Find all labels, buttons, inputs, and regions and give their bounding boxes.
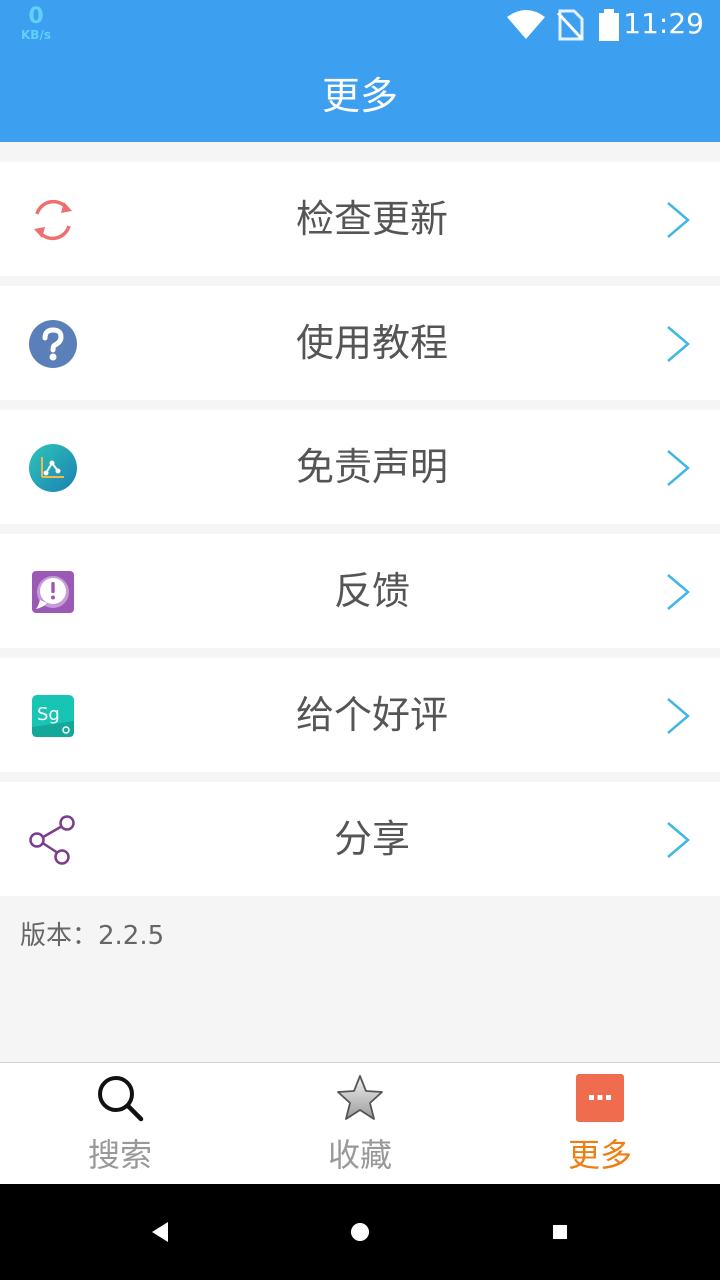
menu-item-label: 免责声明 — [295, 445, 448, 489]
app-bar: 0 KB/s 11:29 更多 — [0, 0, 720, 142]
menu-item-rating[interactable]: Sg 给个好评 — [0, 658, 720, 772]
recents-icon[interactable] — [542, 1214, 578, 1250]
star-icon — [337, 1075, 383, 1120]
menu-item-label: 分享 — [333, 817, 410, 861]
back-icon[interactable] — [142, 1214, 178, 1250]
tab-search[interactable]: 搜索 — [0, 1063, 240, 1185]
menu-item-label: 使用教程 — [295, 321, 448, 365]
network-speed-unit: KB/s — [21, 28, 51, 42]
home-icon[interactable] — [342, 1214, 378, 1250]
tab-favorites[interactable]: 收藏 — [240, 1063, 480, 1185]
search-icon — [98, 1076, 144, 1122]
tab-label: 收藏 — [327, 1136, 392, 1174]
more-icon — [576, 1074, 624, 1122]
tab-label: 搜索 — [87, 1136, 152, 1174]
menu-item-disclaimer[interactable]: 免责声明 — [0, 410, 720, 524]
menu-item-tutorial[interactable]: 使用教程 — [0, 286, 720, 400]
version-text: 版本：2.2.5 — [20, 921, 165, 951]
status-time: 11:29 — [623, 7, 704, 40]
chevron-right-icon — [667, 822, 690, 858]
menu-item-feedback[interactable]: 反馈 — [0, 534, 720, 648]
wifi-icon — [507, 10, 545, 39]
menu-item-label: 反馈 — [333, 569, 410, 613]
menu-item-check-update[interactable]: 检查更新 — [0, 162, 720, 276]
page-title: 更多 — [321, 74, 398, 118]
menu-item-label: 检查更新 — [295, 197, 448, 241]
tab-more[interactable]: 更多 — [480, 1063, 720, 1185]
network-speed-value: 0 — [28, 4, 44, 29]
chevron-right-icon — [667, 574, 690, 610]
menu-item-share[interactable]: 分享 — [0, 782, 720, 896]
tab-label: 更多 — [567, 1136, 632, 1174]
battery-icon — [599, 9, 619, 41]
chevron-right-icon — [667, 450, 690, 486]
system-nav-bar — [0, 1184, 720, 1280]
chevron-right-icon — [667, 326, 690, 362]
network-speed: 0 KB/s — [18, 4, 54, 42]
chevron-right-icon — [667, 698, 690, 734]
no-sim-icon — [556, 9, 584, 41]
chevron-right-icon — [667, 202, 690, 238]
menu-list: 检查更新 使用教程 免责声明 反馈 Sg 给个好评 分享 — [0, 162, 720, 906]
menu-item-label: 给个好评 — [295, 693, 448, 737]
bottom-nav: 搜索 收藏 更多 — [0, 1062, 720, 1185]
status-bar: 0 KB/s 11:29 — [0, 0, 720, 50]
